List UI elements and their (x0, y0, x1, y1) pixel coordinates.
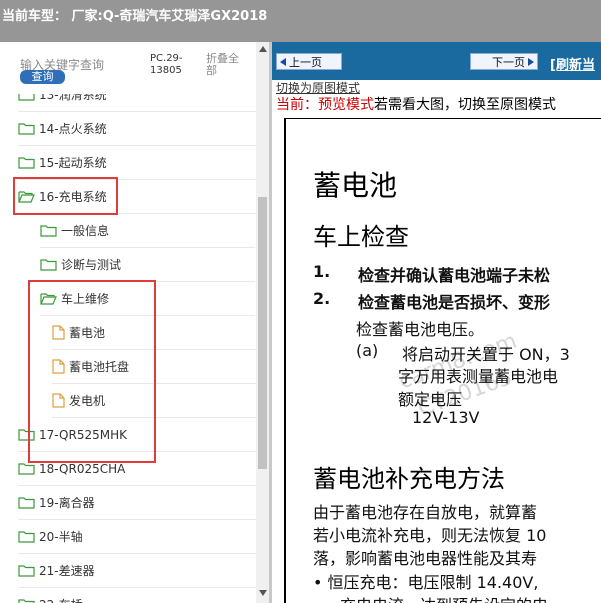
highlight-box-repair (28, 280, 156, 463)
folder-icon (18, 156, 35, 169)
tree-node[interactable]: 21-差速器 (18, 554, 256, 588)
doc-section-heading: 蓄电池补充电方法 (313, 465, 505, 493)
tree-node[interactable]: 13-润滑系统 (18, 94, 256, 112)
doc-text: 额定电压 (398, 390, 463, 409)
tree-node-label: 诊断与测试 (61, 258, 122, 272)
prev-page-button[interactable]: 上一页 (276, 53, 342, 70)
folder-icon (40, 224, 57, 237)
doc-text: 充电电流，达到预先设定的电 (340, 592, 548, 603)
folder-icon (18, 122, 35, 135)
tree-node[interactable]: 20-半轴 (18, 520, 256, 554)
tree-node-label: 20-半轴 (39, 530, 83, 544)
tree-node-label: 15-起动系统 (39, 156, 107, 170)
right-panel: 上一页 下一页 [刷新当 切换为原图模式 当前：预览模式若需看大图，切换至原图模… (272, 42, 601, 603)
folder-icon (18, 496, 35, 509)
tree-node-label: 19-离合器 (39, 496, 95, 510)
doc-step-number: 1. (313, 262, 331, 281)
search-button[interactable]: 查询 (20, 70, 65, 84)
next-page-label: 下一页 (492, 55, 525, 69)
mode-current: 当前：预览模式 (276, 97, 374, 113)
doc-step-number: 2. (313, 289, 331, 308)
tree-node[interactable]: 19-离合器 (18, 486, 256, 520)
mode-hint: 若需看大图，切换至原图模式 (374, 97, 556, 113)
doc-text: 将启动开关置于 ON，3 (402, 345, 570, 364)
doc-text: 若小电流补充电，则无法恢复 10 (313, 526, 547, 545)
folder-icon (18, 598, 35, 603)
doc-text: • 恒压充电：电压限制 14.40V, (313, 573, 539, 592)
tree-node[interactable]: 诊断与测试 (40, 248, 255, 282)
tree-node-label: 14-点火系统 (39, 122, 107, 136)
arrow-right-icon (528, 57, 534, 66)
scroll-thumb[interactable] (258, 197, 267, 469)
tree-node-label: 18-QR025CHA (39, 461, 126, 476)
mode-line: 当前：预览模式若需看大图，切换至原图模式 (276, 94, 556, 114)
highlight-box-charging (13, 177, 118, 215)
scroll-down-icon[interactable] (259, 590, 267, 596)
folder-icon (18, 94, 35, 101)
search-area: 输入关键字查询 查询 PC.29-13805 折叠全部 (0, 42, 256, 94)
arrow-left-icon (280, 57, 286, 66)
tree-node[interactable]: 14-点火系统 (18, 112, 256, 146)
doc-text: 字万用表测量蓄电池电 (398, 367, 559, 386)
tree-node-label: 13-润滑系统 (39, 94, 107, 102)
refresh-link[interactable]: [刷新当 (550, 54, 595, 73)
left-panel: 输入关键字查询 查询 PC.29-13805 折叠全部 13-润滑系统 14-点火… (0, 42, 272, 603)
collapse-all-button[interactable]: 折叠全部 (206, 53, 246, 77)
tree-node-label: 一般信息 (61, 224, 110, 238)
doc-text: 12V-13V (412, 408, 480, 427)
vehicle-title: 当前车型： 厂家:Q-奇瑞汽车艾瑞泽GX2018 (2, 9, 268, 24)
doc-text: 检查蓄电池电压。 (356, 320, 485, 339)
tree-node[interactable]: 22-车桥 (18, 588, 256, 603)
folder-icon (18, 462, 35, 475)
doc-text: 落，影响蓄电池电器性能及其寿 (313, 549, 538, 568)
folder-icon (18, 564, 35, 577)
doc-text: 由于蓄电池存在自放电，就算蓄 (313, 503, 538, 522)
doc-step-text: 检查蓄电池是否损坏、变形 (358, 293, 551, 312)
folder-icon (40, 258, 57, 271)
doc-title: 蓄电池 (313, 169, 398, 202)
prev-page-label: 上一页 (289, 55, 322, 69)
tree-scrollbar[interactable] (256, 42, 269, 603)
document-code: PC.29-13805 (150, 53, 183, 76)
tree-node-label: 21-差速器 (39, 564, 95, 578)
top-bar: 当前车型： 厂家:Q-奇瑞汽车艾瑞泽GX2018 (0, 0, 601, 42)
tree-node[interactable]: 一般信息 (40, 214, 255, 248)
nav-bar: 上一页 下一页 [刷新当 (272, 42, 601, 80)
doc-substep-label: (a) (356, 341, 379, 360)
scroll-up-icon[interactable] (259, 46, 267, 52)
document-preview: carm8.com CY20165 蓄电池 车上检查 1. 检查并确认蓄电池端子… (284, 118, 601, 603)
doc-step-text: 检查并确认蓄电池端子未松 (358, 266, 551, 285)
tree-node-label: 22-车桥 (39, 596, 83, 603)
tree-node[interactable]: 15-起动系统 (18, 146, 256, 180)
doc-section-heading: 车上检查 (313, 223, 409, 251)
folder-icon (18, 530, 35, 543)
next-page-button[interactable]: 下一页 (470, 53, 538, 70)
